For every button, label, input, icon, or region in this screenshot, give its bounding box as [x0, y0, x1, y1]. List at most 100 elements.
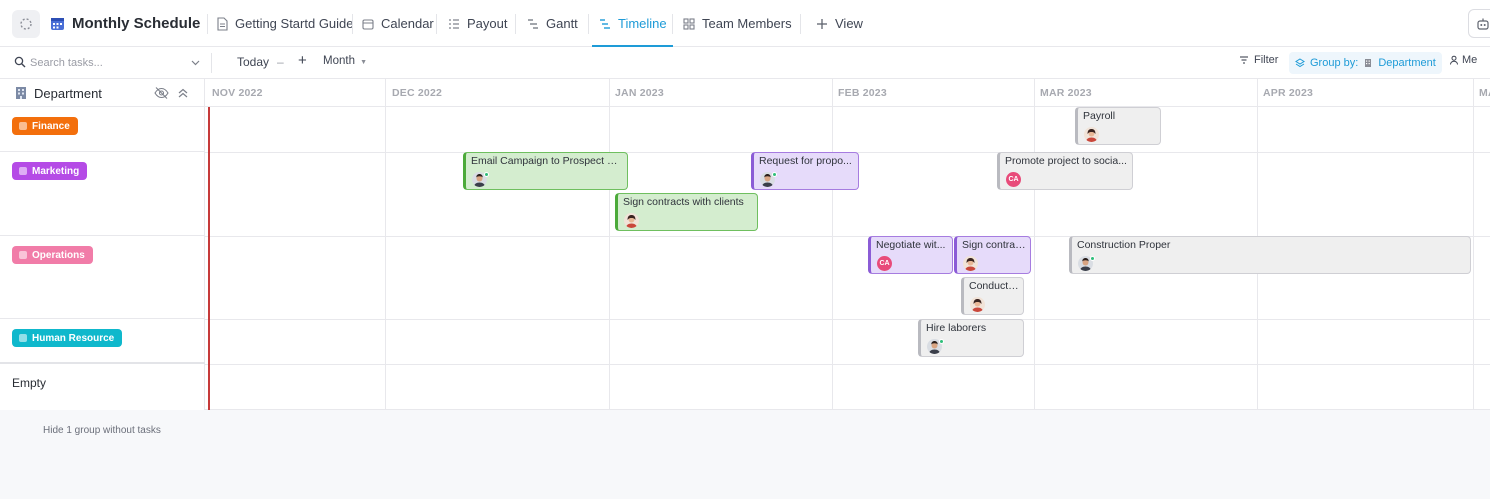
tab-getting-started-guide[interactable]: Getting Startd Guide — [209, 0, 360, 47]
task-bar[interactable]: Construction Proper — [1069, 236, 1471, 274]
month-label: JAN 2023 — [615, 87, 664, 99]
space-loading-icon[interactable] — [12, 10, 40, 38]
avatar — [1084, 127, 1099, 142]
hide-empty-groups-link[interactable]: Hide 1 group without tasks — [43, 425, 161, 436]
group-column: Department Finance Marketing Operations … — [0, 79, 205, 410]
avatar — [624, 213, 639, 228]
task-bar[interactable]: Request for propo... — [751, 152, 859, 190]
toolbar: Today – + Month ▼ Filter Group by: Depar… — [0, 47, 1490, 79]
row-divider — [205, 319, 1490, 320]
task-bar[interactable]: Promote project to socia... CA — [997, 152, 1133, 190]
group-by-button[interactable]: Group by: Department — [1289, 52, 1442, 74]
add-view-label: View — [835, 16, 863, 31]
zoom-in-button[interactable]: + — [298, 52, 307, 69]
people-icon — [19, 334, 27, 342]
online-indicator — [484, 172, 489, 177]
group-pill-marketing[interactable]: Marketing — [12, 162, 88, 180]
tab-gantt[interactable]: Gantt — [520, 0, 584, 47]
group-by-prefix: Group by: — [1310, 57, 1359, 69]
layers-icon — [1295, 58, 1305, 68]
ai-assistant-button[interactable] — [1468, 9, 1490, 38]
task-name: Payroll — [1083, 110, 1116, 122]
caret-down-icon: ▼ — [360, 59, 368, 66]
tab-timeline[interactable]: Timeline — [592, 0, 673, 47]
tab-label: Payout — [467, 16, 508, 31]
doc-icon — [217, 16, 228, 31]
task-name: Construction Proper — [1077, 239, 1171, 251]
time-scale-dropdown[interactable]: Month ▼ — [323, 55, 367, 67]
group-row-marketing: Marketing — [0, 152, 205, 236]
group-label: Finance — [32, 120, 70, 132]
plus-icon — [817, 18, 827, 29]
avatar: CA — [1006, 172, 1021, 187]
filter-button[interactable]: Filter — [1239, 54, 1278, 66]
search-icon — [14, 56, 26, 68]
task-name: Conduct ... — [969, 280, 1019, 292]
divider — [211, 53, 212, 73]
task-name: Sign contracts with clients — [623, 196, 744, 208]
group-label: Operations — [32, 249, 85, 261]
gear-icon — [19, 251, 27, 259]
group-pill-operations[interactable]: Operations — [12, 246, 93, 264]
month-label: MAR 2023 — [1040, 87, 1092, 99]
board-icon — [683, 17, 695, 30]
avatar — [970, 297, 985, 312]
group-row-empty: Empty — [0, 364, 205, 410]
online-indicator — [939, 339, 944, 344]
gantt-icon — [528, 18, 538, 29]
filter-icon — [1240, 56, 1248, 64]
task-name: Negotiate wit... — [876, 239, 946, 251]
avatar — [963, 256, 978, 271]
page-title[interactable]: Monthly Schedule — [72, 15, 200, 32]
task-name: Hire laborers — [926, 322, 987, 334]
month-label: DEC 2022 — [392, 87, 443, 99]
row-divider — [205, 364, 1490, 365]
tab-calendar[interactable]: Calendar — [355, 0, 440, 47]
month-divider — [385, 79, 386, 410]
footer-area: Hide 1 group without tasks — [0, 410, 1490, 499]
avatar: CA — [877, 256, 892, 271]
divider — [800, 14, 801, 34]
task-name: Sign contrac... — [962, 239, 1026, 251]
zoom-out-button[interactable]: – — [277, 55, 284, 69]
chevron-down-icon[interactable] — [190, 57, 201, 68]
group-row-operations: Operations — [0, 236, 205, 319]
today-button[interactable]: Today — [237, 55, 269, 69]
timeline-icon — [600, 18, 610, 29]
task-bar[interactable]: Conduct ... — [961, 277, 1024, 315]
divider — [515, 14, 516, 34]
money-icon — [19, 122, 27, 130]
tab-label: Getting Startd Guide — [235, 16, 354, 31]
robot-icon — [1477, 18, 1489, 30]
task-bar[interactable]: Hire laborers — [918, 319, 1024, 357]
tab-payout[interactable]: Payout — [441, 0, 513, 47]
search-input[interactable] — [30, 53, 190, 73]
group-label: Marketing — [32, 165, 80, 177]
me-filter-button[interactable]: Me — [1449, 54, 1477, 66]
task-bar[interactable]: Sign contrac... — [954, 236, 1031, 274]
collapse-all-icon[interactable] — [177, 87, 189, 99]
task-bar[interactable]: Email Campaign to Prospect Cl... — [463, 152, 628, 190]
group-label: Human Resource — [32, 332, 115, 344]
task-bar[interactable]: Sign contracts with clients — [615, 193, 758, 231]
today-marker — [208, 107, 210, 410]
group-pill-finance[interactable]: Finance — [12, 117, 78, 135]
group-pill-human-resource[interactable]: Human Resource — [12, 329, 123, 347]
tab-label: Timeline — [618, 16, 667, 31]
month-divider — [832, 79, 833, 410]
me-label: Me — [1462, 54, 1478, 66]
add-view-button[interactable]: View — [809, 0, 869, 47]
filter-label: Filter — [1254, 54, 1279, 66]
month-divider — [609, 79, 610, 410]
tab-label: Team Members — [702, 16, 792, 31]
month-label: APR 2023 — [1263, 87, 1314, 99]
month-divider — [1473, 79, 1474, 410]
top-bar: Monthly Schedule Getting Startd Guide Ca… — [0, 0, 1490, 47]
task-bar[interactable]: Payroll — [1075, 107, 1161, 145]
eye-off-icon[interactable] — [154, 86, 169, 100]
divider — [588, 14, 589, 34]
tab-team-members[interactable]: Team Members — [676, 0, 798, 47]
month-divider — [1034, 79, 1035, 410]
group-row-finance: Finance — [0, 107, 205, 152]
task-bar[interactable]: Negotiate wit... CA — [868, 236, 953, 274]
